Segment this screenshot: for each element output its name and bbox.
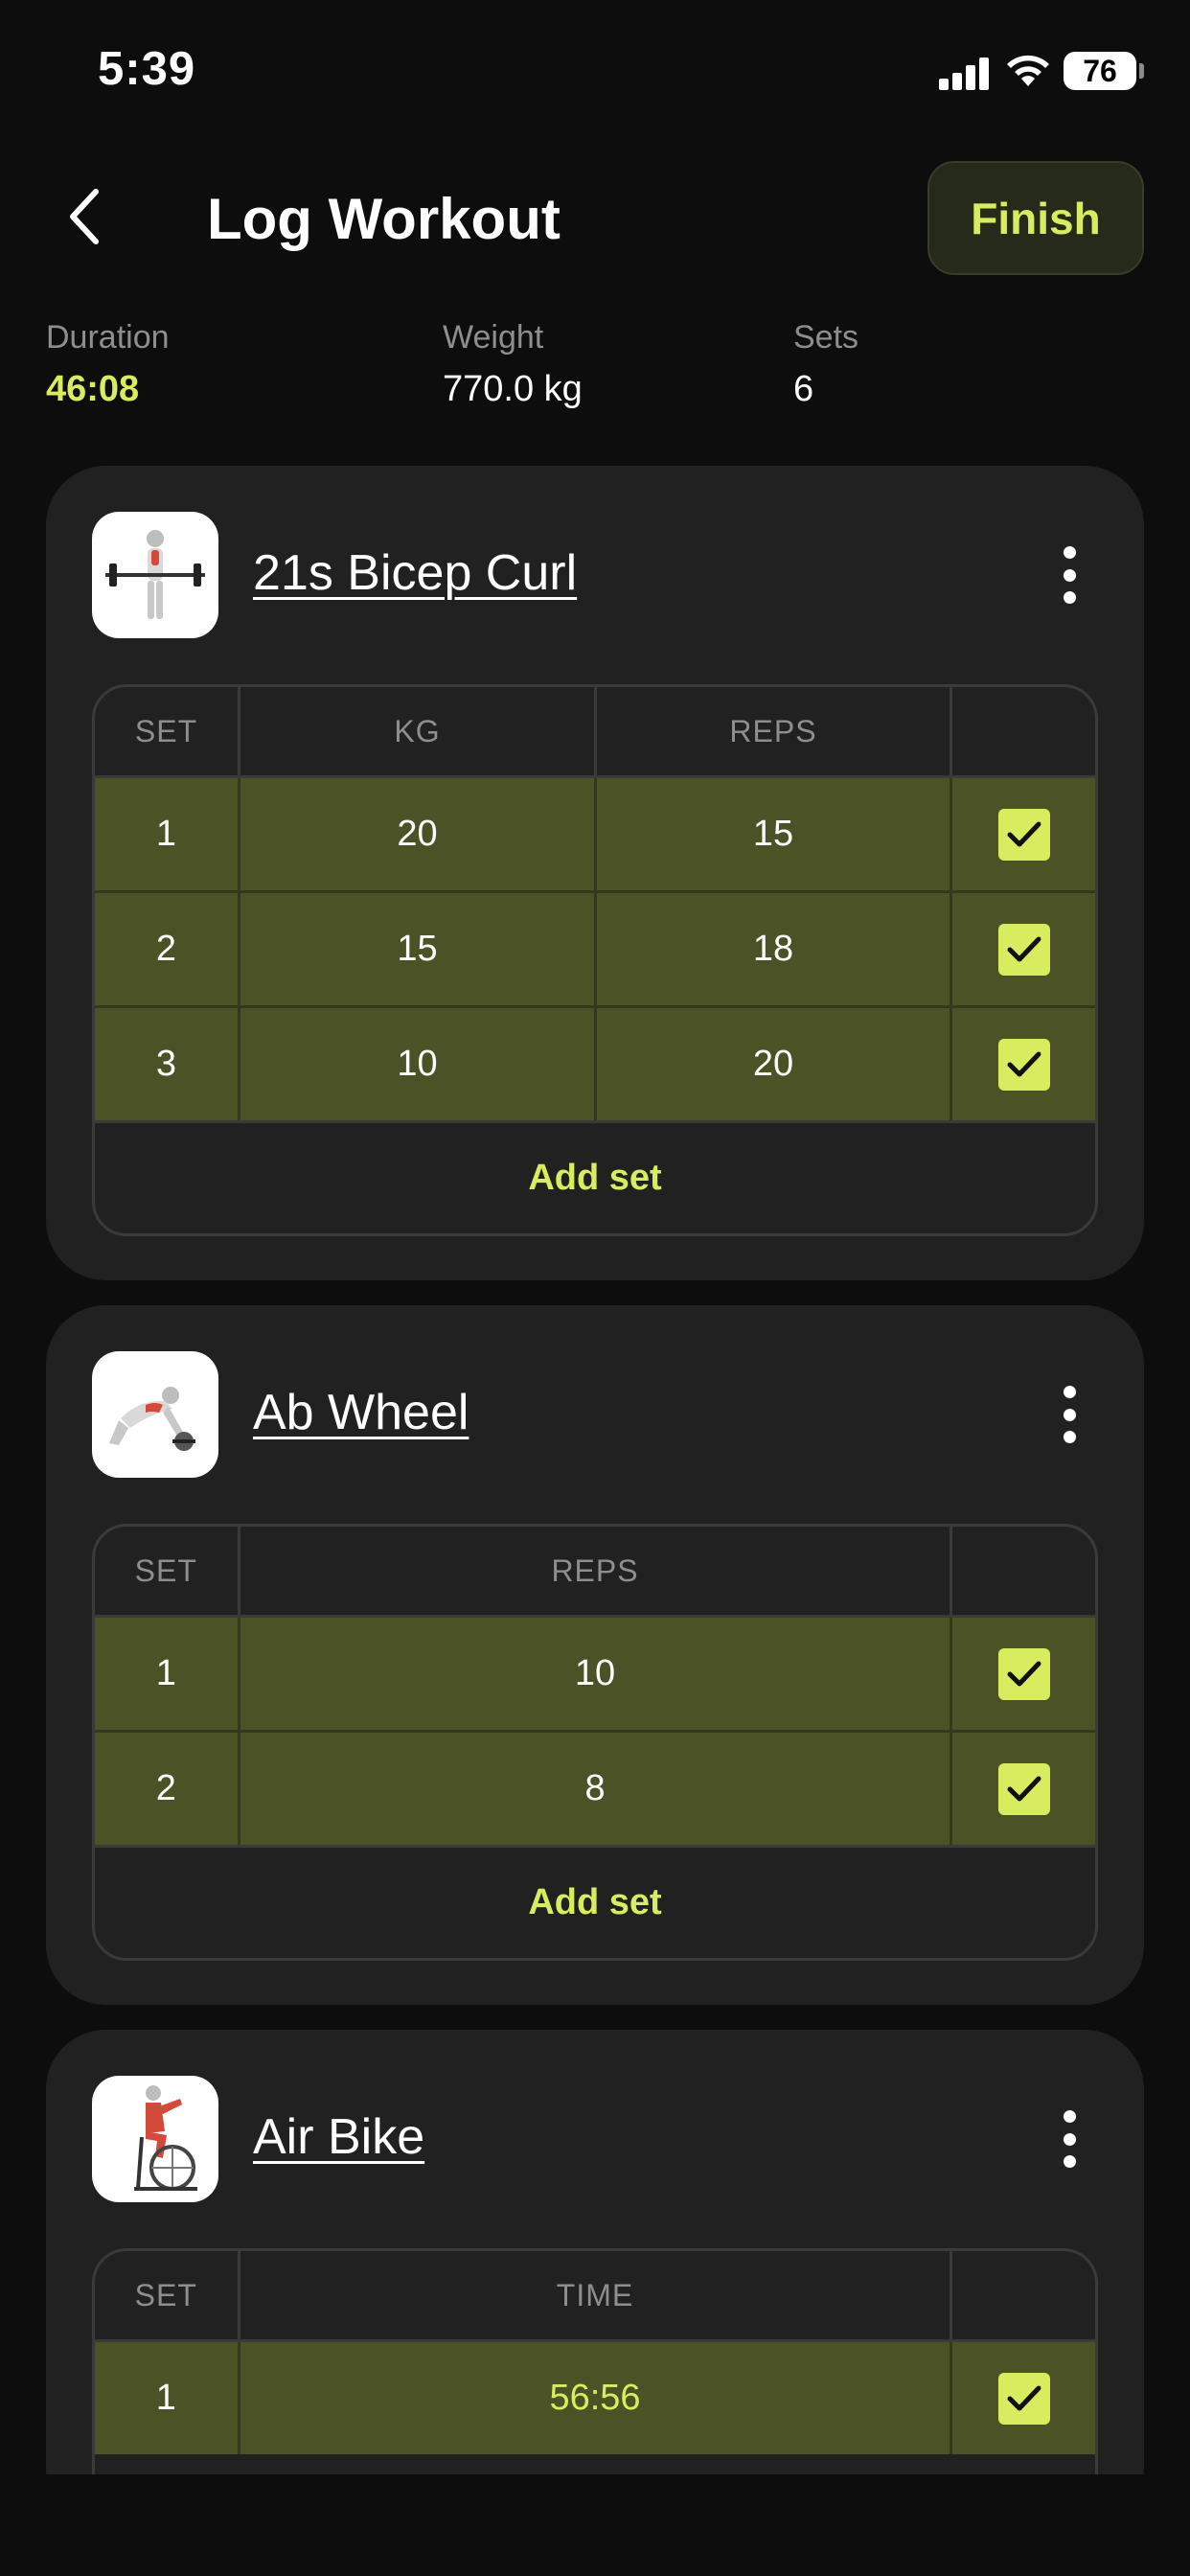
stat-duration: Duration 46:08 [46,318,170,410]
set-complete-checkbox[interactable] [950,1008,1095,1120]
set-complete-checkbox[interactable] [950,1618,1095,1730]
status-bar: 5:39 76 [0,0,1190,144]
stat-value: 6 [793,369,814,409]
ab-wheel-illustration [109,1387,195,1451]
status-time: 5:39 [98,43,196,95]
checkmark-icon [1007,1051,1041,1076]
column-header-reps: REPS [237,1527,950,1615]
wifi-icon [1007,55,1049,86]
exercise-name[interactable]: Air Bike [253,2106,424,2168]
set-complete-checkbox[interactable] [950,2342,1095,2454]
exercise-thumbnail[interactable] [92,512,218,638]
kg-input[interactable]: 20 [238,778,594,890]
set-complete-checkbox[interactable] [950,778,1095,890]
set-number[interactable]: 3 [95,1008,238,1120]
signal-icon [939,56,991,90]
checkmark-icon [1007,936,1041,961]
exercise-name[interactable]: 21s Bicep Curl [253,542,577,604]
stat-value: 46:08 [46,369,140,409]
bottom-safe-area [0,2474,1190,2576]
checkmark-icon [1007,2385,1041,2410]
column-header-set: SET [134,1552,197,1588]
stat-label: Weight [443,319,544,356]
kg-input[interactable]: 10 [238,1008,594,1120]
exercise-header: 21s Bicep Curl [92,512,1098,638]
table-header: SET REPS [95,1527,1095,1615]
stat-value: 770.0 kg [443,369,583,409]
stat-label: Sets [793,319,859,356]
table-header: SET KG REPS [95,687,1095,775]
add-set-button[interactable]: Add set [95,1845,1095,1958]
set-number[interactable]: 1 [95,2342,238,2454]
exercise-card: Air Bike SET TIME 1 56:56 [46,2030,1144,2536]
column-header-set: SET [134,713,198,748]
table-row: 1 10 [95,1615,1095,1730]
barbell-curl-illustration [105,530,205,619]
back-button[interactable] [56,182,113,251]
exercise-header: Ab Wheel [92,1351,1098,1478]
stat-weight: Weight 770.0 kg [443,318,583,410]
set-table: SET REPS 1 10 2 8 Add set [92,1524,1098,1961]
checkmark-icon [1007,821,1041,846]
add-set-button[interactable]: Add set [95,1120,1095,1233]
stat-sets: Sets 6 [793,318,858,410]
kg-input[interactable]: 15 [238,893,594,1005]
reps-input[interactable]: 20 [594,1008,950,1120]
exercise-card: Ab Wheel SET REPS 1 10 2 8 Add set [46,1305,1144,2005]
set-number[interactable]: 2 [95,1733,238,1845]
table-row: 2 8 [95,1730,1095,1845]
table-row: 1 56:56 [95,2339,1095,2454]
column-header-reps: REPS [594,687,950,775]
table-row: 3 10 20 [95,1005,1095,1120]
checkmark-icon [1007,1661,1041,1686]
column-header-check [950,1527,1095,1615]
set-number[interactable]: 2 [95,893,238,1005]
column-header-kg: KG [238,687,594,775]
set-table: SET KG REPS 1 20 15 2 15 18 3 10 20 Add … [92,684,1098,1236]
more-vertical-icon[interactable] [1050,1386,1088,1443]
checkmark-icon [1007,1776,1041,1801]
set-number[interactable]: 1 [95,778,238,890]
time-input[interactable]: 56:56 [237,2342,950,2454]
exercise-header: Air Bike [92,2076,1098,2202]
exercise-thumbnail[interactable] [92,1351,218,1478]
reps-input[interactable]: 10 [237,1618,950,1730]
battery-icon: 76 [1064,52,1136,90]
air-bike-illustration [134,2085,197,2191]
reps-input[interactable]: 15 [594,778,950,890]
set-complete-checkbox[interactable] [950,1733,1095,1845]
set-number[interactable]: 1 [95,1618,238,1730]
more-vertical-icon[interactable] [1050,2110,1088,2168]
exercise-card: 21s Bicep Curl SET KG REPS 1 20 15 2 15 … [46,466,1144,1280]
more-vertical-icon[interactable] [1050,546,1088,604]
column-header-set: SET [134,2277,197,2312]
battery-tip [1139,63,1144,79]
back-chevron-icon [70,189,99,244]
finish-button[interactable]: Finish [927,161,1144,275]
reps-input[interactable]: 8 [237,1733,950,1845]
table-header: SET TIME [95,2251,1095,2339]
table-row: 2 15 18 [95,890,1095,1005]
page-title: Log Workout [207,187,561,251]
column-header-time: TIME [237,2251,950,2339]
column-header-check [950,2251,1095,2339]
set-complete-checkbox[interactable] [950,893,1095,1005]
exercise-thumbnail[interactable] [92,2076,218,2202]
column-header-check [950,687,1095,775]
reps-input[interactable]: 18 [594,893,950,1005]
stat-label: Duration [46,319,170,356]
exercise-name[interactable]: Ab Wheel [253,1382,469,1443]
table-row: 1 20 15 [95,775,1095,890]
